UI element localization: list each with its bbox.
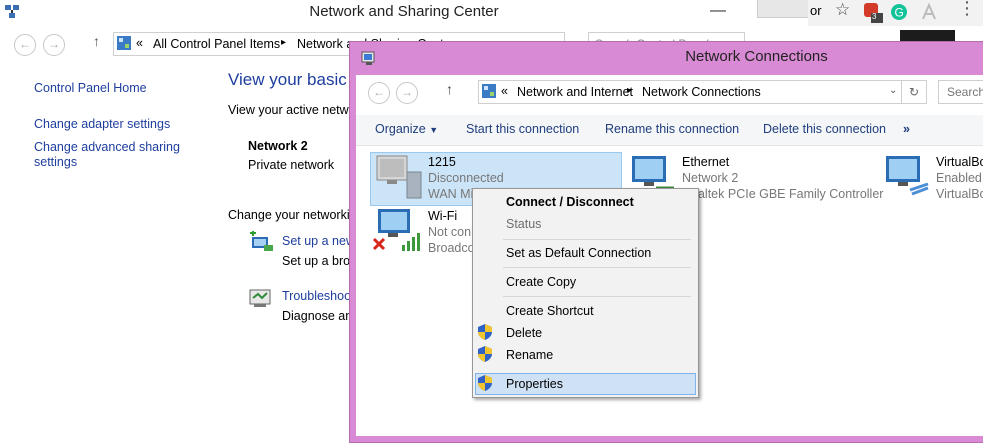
organize-label: Organize [375,122,426,136]
change-advanced-sharing-link-line2[interactable]: settings [34,155,77,169]
menu-connect-disconnect[interactable]: Connect / Disconnect [506,195,634,209]
connection-status: Not connected [428,225,472,239]
change-advanced-sharing-link[interactable]: Change advanced sharing [34,140,180,154]
breadcrumb-chevron: « [136,36,143,50]
connection-name: 1215 [428,155,456,169]
breadcrumb-network-internet[interactable]: Network and Internet [517,85,633,99]
bookmark-star-icon[interactable]: ☆ [835,0,850,20]
svg-text:G: G [895,6,904,20]
change-adapter-settings-link[interactable]: Change adapter settings [34,117,170,131]
menu-rename[interactable]: Rename [506,348,553,362]
uac-shield-icon [478,346,492,362]
address-dropdown-icon[interactable]: ⌄ [889,85,897,96]
browser-menu-icon[interactable]: ⋮ [958,0,976,19]
connection-status: Disconnected [428,171,504,185]
start-connection-button[interactable]: Start this connection [466,122,579,136]
control-panel-icon [117,36,131,50]
connection-name: Wi-Fi [428,209,458,223]
control-panel-home-link[interactable]: Control Panel Home [34,81,147,95]
grammarly-icon[interactable]: G [890,3,908,21]
menu-separator [503,296,691,297]
breadcrumb-all-items[interactable]: All Control Panel Items [153,37,280,51]
menu-delete[interactable]: Delete [506,326,542,340]
delete-connection-button[interactable]: Delete this connection [763,122,886,136]
connection-name: VirtualBox Host-Only Network [936,155,983,169]
connection-name: Ethernet [682,155,730,169]
menu-separator [503,267,691,268]
minimize-button[interactable]: — [710,2,726,20]
address-bar[interactable]: « Network and Internet ▸ Network Connect… [478,80,903,104]
refresh-icon[interactable]: ↻ [901,80,927,104]
network-name: Network 2 [248,139,308,153]
rename-connection-button[interactable]: Rename this connection [605,122,739,136]
pdf-icon[interactable] [920,3,938,21]
connection-status: Network 2 [682,171,739,185]
organize-menu[interactable]: Organize ▼ [375,122,438,136]
troubleshoot-icon [249,289,271,307]
up-button[interactable]: ↑ [93,33,100,49]
uac-shield-icon [478,324,492,340]
maximize-button[interactable] [757,0,811,18]
menu-set-default[interactable]: Set as Default Connection [506,246,651,260]
connection-status: Enabled [936,171,982,185]
network-type: Private network [248,158,335,172]
nc-search-input[interactable]: Search [938,80,983,104]
window-title: Network and Sharing Center [309,3,499,20]
uac-shield-icon [478,375,492,391]
context-menu: Connect / Disconnect Status Set as Defau… [472,188,699,398]
breadcrumb-separator[interactable]: ▸ [627,85,632,96]
organize-dropdown-icon: ▼ [429,125,439,135]
menu-properties[interactable]: Properties [506,377,563,391]
up-button[interactable]: ↑ [446,81,453,97]
menu-create-copy[interactable]: Create Copy [506,275,576,289]
breadcrumb-network-connections[interactable]: Network Connections [642,85,761,99]
menu-separator [503,239,691,240]
breadcrumb-chevron: « [501,84,508,98]
back-button[interactable]: ← [14,34,36,56]
menu-create-shortcut[interactable]: Create Shortcut [506,304,594,318]
menu-status[interactable]: Status [506,217,541,231]
nsc-left-pane: Control Panel Home Change adapter settin… [0,64,215,435]
forward-button[interactable]: → [396,82,418,104]
breadcrumb-separator[interactable]: ▸ [281,37,286,48]
browser-partial-text: or [810,3,822,18]
search-placeholder: Search [947,85,983,99]
connection-device: VirtualBox Host-Only Ethernet Adapter [936,187,983,201]
virtualbox-adapter-icon [886,156,929,196]
extension-badge: 3 [872,12,877,21]
wifi-adapter-icon [372,209,420,251]
browser-toolbar: or ☆ 3 G ⋮ [808,0,983,26]
more-commands-button[interactable]: » [903,122,910,136]
window-title: Network Connections [685,48,828,65]
connection-device: Realtek PCIe GBE Family Controller [682,187,884,201]
forward-button[interactable]: → [43,34,65,56]
connection-device: Broadcom [428,241,472,255]
back-button[interactable]: ← [368,82,390,104]
vpn-adapter-icon [376,155,422,199]
control-panel-icon [482,84,496,98]
new-connection-icon [250,231,273,251]
